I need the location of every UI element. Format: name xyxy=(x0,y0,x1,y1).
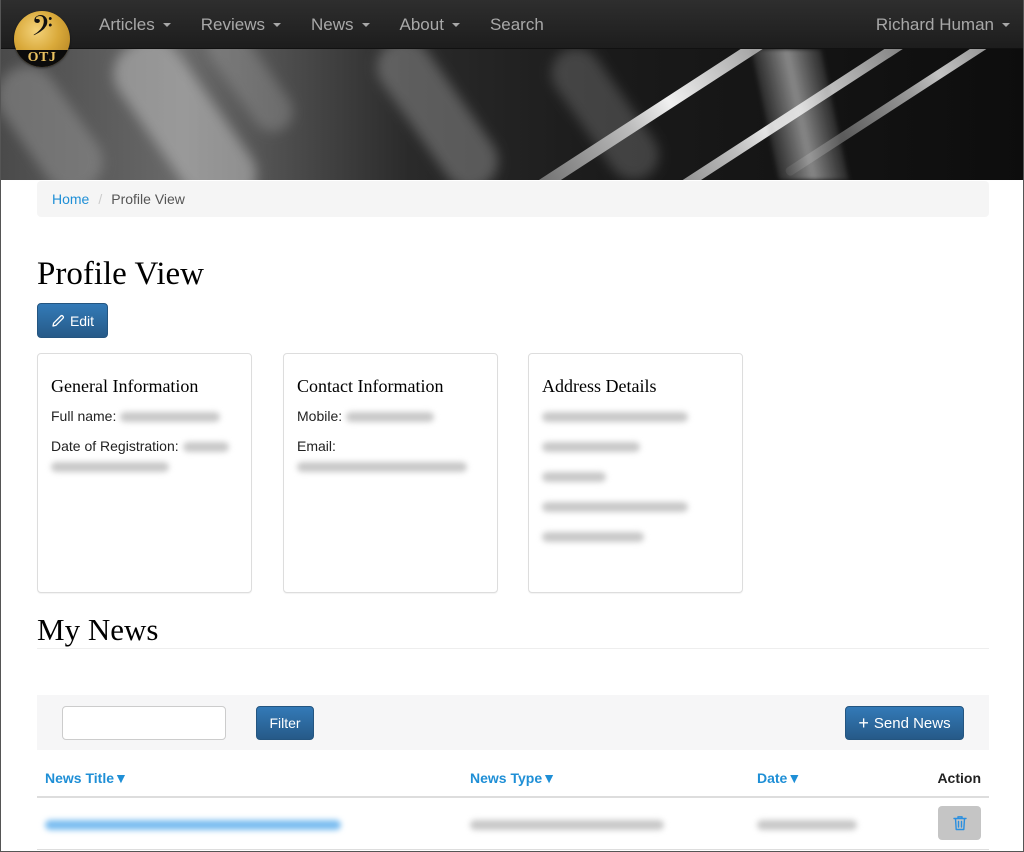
chevron-down-icon xyxy=(1002,22,1010,27)
nav-about[interactable]: About xyxy=(389,0,471,49)
card-title: Address Details xyxy=(542,376,657,396)
user-menu[interactable]: Richard Human xyxy=(876,0,1010,49)
chevron-down-icon xyxy=(162,22,171,27)
filter-button-label: Filter xyxy=(269,715,301,731)
breadcrumb-home-link[interactable]: Home xyxy=(52,191,89,207)
nav-articles-label: Articles xyxy=(99,14,155,34)
edit-button-label: Edit xyxy=(69,312,95,329)
news-table: News Title▼ News Type▼ Date▼ Action [blu… xyxy=(37,760,989,850)
my-news-heading: My News xyxy=(37,612,159,647)
logo-text: OTJ xyxy=(27,50,57,65)
email-row: Email: [blurred] xyxy=(297,436,484,476)
nav-reviews-label: Reviews xyxy=(200,14,265,34)
registration-row: Date of Registration: [blurred] xyxy=(51,436,238,476)
news-type-cell: [blurred] xyxy=(470,819,664,830)
nav-news[interactable]: News xyxy=(300,0,381,49)
mobile-row: Mobile: [blurred] xyxy=(297,406,484,426)
breadcrumb-separator: / xyxy=(98,191,103,207)
registration-label: Date of Registration: xyxy=(51,438,179,454)
full-name-label: Full name: xyxy=(51,408,117,424)
address-street: [blurred] xyxy=(542,412,688,423)
column-news-title[interactable]: News Title▼ xyxy=(37,760,462,798)
address-city: [blurred] xyxy=(542,442,640,453)
news-filter-input[interactable] xyxy=(62,706,226,740)
plus-icon: + xyxy=(858,713,869,733)
banner-bokeh xyxy=(0,54,115,180)
nav-about-label: About xyxy=(399,14,444,34)
filter-button[interactable]: Filter xyxy=(256,706,314,740)
column-date[interactable]: Date▼ xyxy=(749,760,909,798)
site-logo[interactable]: 𝄢 OTJ xyxy=(14,11,70,67)
nav-search[interactable]: Search xyxy=(479,0,555,49)
news-title-link[interactable]: [blurred] xyxy=(45,819,341,830)
email-label: Email: xyxy=(297,438,336,454)
column-news-type[interactable]: News Type▼ xyxy=(462,760,749,798)
banner-bokeh xyxy=(366,49,509,180)
top-navbar: Articles Reviews News About Search Richa… xyxy=(0,0,1024,49)
address-line: [blurred] xyxy=(542,496,729,516)
address-details-card: Address Details [blurred] [blurred] [blu… xyxy=(528,353,743,593)
nav-menu: Articles Reviews News About Search xyxy=(88,0,563,49)
news-date-cell: [blurred] xyxy=(757,819,857,830)
edit-button[interactable]: Edit xyxy=(37,303,108,338)
address-zip: [blurred] xyxy=(542,532,644,543)
user-name: Richard Human xyxy=(875,14,994,34)
send-news-button[interactable]: + Send News xyxy=(845,706,964,740)
address-line: [blurred] xyxy=(542,526,729,546)
chevron-down-icon xyxy=(361,22,370,27)
registration-value: [blurred] xyxy=(182,442,229,453)
mobile-label: Mobile: xyxy=(297,408,343,424)
nav-search-label: Search xyxy=(489,14,544,34)
address-line: [blurred] xyxy=(542,406,729,426)
address-line: [blurred] xyxy=(542,436,729,456)
send-news-label: Send News xyxy=(873,714,951,732)
general-information-card: General Information Full name: [blurred]… xyxy=(37,353,252,593)
breadcrumb-current: Profile View xyxy=(111,191,185,207)
page-title: Profile View xyxy=(37,256,204,292)
address-line: [blurred] xyxy=(542,466,729,486)
card-title: Contact Information xyxy=(297,376,444,396)
hero-banner-image xyxy=(0,49,1024,180)
delete-news-button[interactable] xyxy=(938,806,981,841)
banner-bell xyxy=(751,49,849,180)
bass-clef-icon: 𝄢 xyxy=(31,11,53,50)
email-value: [blurred] xyxy=(297,462,467,473)
full-name-row: Full name: [blurred] xyxy=(51,406,238,426)
chevron-down-icon xyxy=(451,22,460,27)
pencil-icon xyxy=(52,314,64,327)
chevron-down-icon xyxy=(272,22,281,27)
nav-articles[interactable]: Articles xyxy=(88,0,182,49)
full-name-value: [blurred] xyxy=(120,412,221,423)
nav-news-label: News xyxy=(310,14,354,34)
card-title: General Information xyxy=(51,376,199,396)
mobile-value: [blurred] xyxy=(346,412,435,423)
address-country: [blurred] xyxy=(542,502,688,513)
address-state: [blurred] xyxy=(542,472,606,483)
news-table-header: News Title▼ News Type▼ Date▼ Action xyxy=(37,760,989,798)
breadcrumb: Home / Profile View xyxy=(37,181,989,217)
trash-icon xyxy=(952,816,967,831)
nav-reviews[interactable]: Reviews xyxy=(190,0,292,49)
section-divider xyxy=(37,648,989,649)
column-action: Action xyxy=(909,760,989,798)
contact-information-card: Contact Information Mobile: [blurred] Em… xyxy=(283,353,498,593)
news-filter-bar: Filter + Send News xyxy=(37,695,989,750)
registration-value-cont xyxy=(51,462,169,473)
table-row: [blurred] [blurred] [blurred] xyxy=(37,797,989,850)
